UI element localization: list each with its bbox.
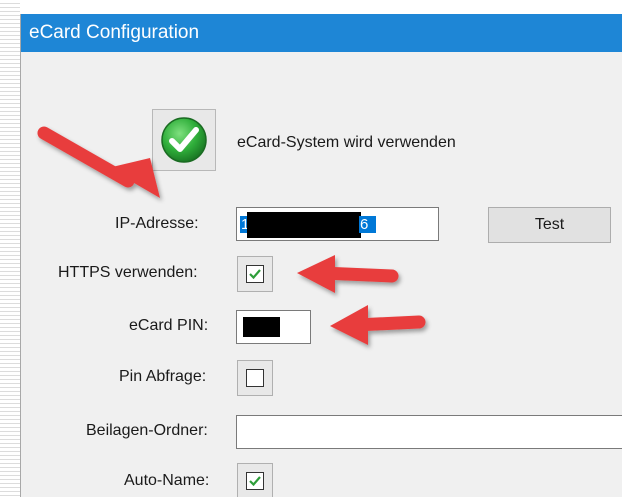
- page: eCard Configuration eCard-System wird ve…: [0, 0, 622, 497]
- annotation-arrow-pin: [330, 305, 426, 345]
